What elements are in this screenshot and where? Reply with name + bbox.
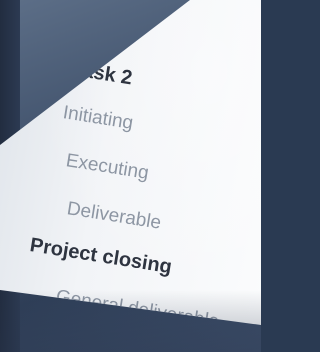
list-item-initiating[interactable]: Initiating	[61, 102, 134, 135]
list-heading-task-2[interactable]: Task 2	[70, 58, 133, 90]
list-item-general-deliverable[interactable]: General deliverable	[54, 286, 220, 325]
list-item-deliverable-partial[interactable]: rable	[110, 8, 155, 36]
list-heading-project-closing[interactable]: Project closing	[28, 234, 173, 279]
list-item-executing[interactable]: Executing	[64, 150, 150, 185]
task-list: rable Task 2 Initiating Executing Delive…	[0, 0, 261, 325]
photo-scene: rable Task 2 Initiating Executing Delive…	[0, 0, 261, 352]
list-item-deliverable[interactable]: Deliverable	[65, 198, 162, 235]
